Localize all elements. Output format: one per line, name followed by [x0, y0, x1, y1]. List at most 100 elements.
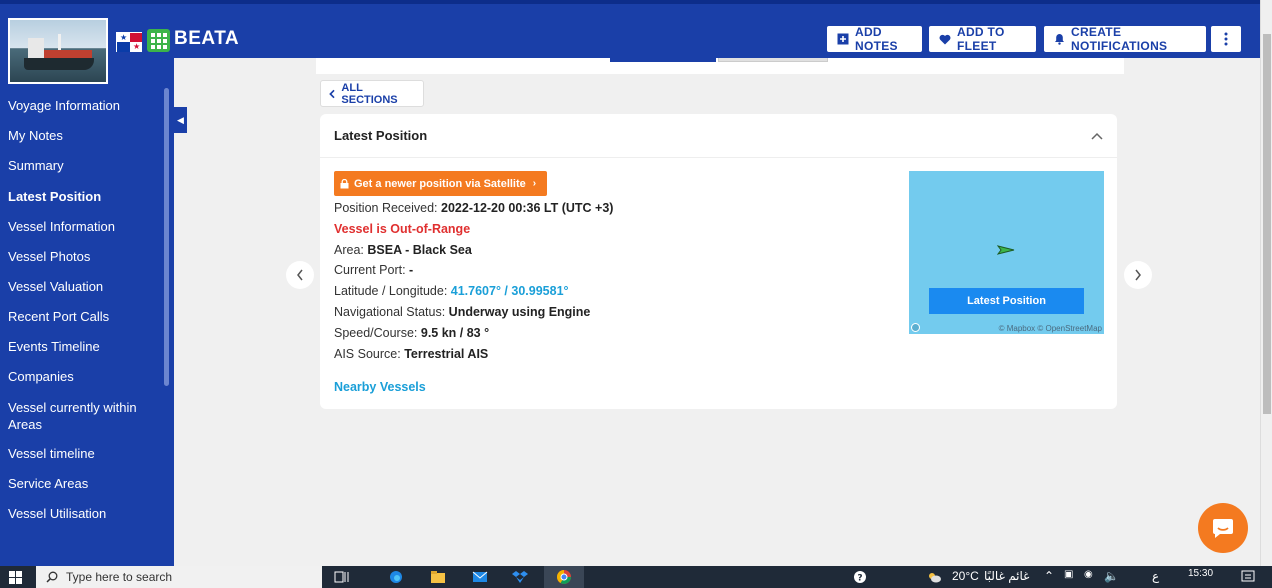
current-port-value: - [409, 263, 414, 278]
nearby-vessels-link[interactable]: Nearby Vessels [334, 380, 426, 394]
taskbar-search[interactable]: Type here to search [36, 566, 322, 588]
card-title: Latest Position [334, 128, 428, 143]
nav-status-row: Navigational Status: Underway using Engi… [334, 304, 591, 319]
heart-icon [939, 34, 951, 44]
all-sections-button[interactable]: ALL SECTIONS [320, 80, 424, 107]
weather-description: غائم غالبًا [984, 569, 1030, 583]
page-scrollbar[interactable] [1260, 0, 1272, 566]
windows-start-icon[interactable] [9, 571, 22, 584]
sidebar-item-events-timeline[interactable]: Events Timeline [0, 338, 164, 355]
vessel-type-icon [147, 29, 170, 52]
dropbox-icon[interactable] [512, 570, 528, 584]
search-icon [46, 571, 58, 583]
bell-icon [1055, 34, 1064, 45]
area-row: Area: BSEA - Black Sea [334, 242, 472, 257]
area-value: BSEA - Black Sea [367, 242, 472, 257]
mail-icon[interactable] [472, 570, 488, 584]
tab-inactive[interactable] [718, 58, 828, 62]
add-notes-label: ADD NOTES [855, 25, 898, 53]
sidebar-item-vessel-within-areas[interactable]: Vessel currently within Areas [0, 399, 164, 433]
chevron-up-icon[interactable] [1091, 132, 1103, 140]
edge-browser-icon[interactable] [388, 570, 404, 584]
chevron-right-icon [1135, 269, 1141, 281]
section-nav-list: Voyage Information My Notes Summary Late… [0, 94, 164, 522]
svg-text:?: ? [857, 574, 862, 584]
tab-active[interactable] [610, 58, 716, 62]
weather-cloud-icon [929, 573, 941, 583]
lock-icon [340, 178, 349, 188]
chat-button[interactable] [1198, 503, 1248, 553]
section-tabs-strip [316, 58, 1124, 74]
latlon-link[interactable]: 41.7607° / 30.99581° [451, 284, 569, 298]
vessel-name: BEATA [174, 28, 240, 49]
position-received-row: Position Received: 2022-12-20 00:36 LT (… [334, 201, 614, 215]
ais-source-value: Terrestrial AIS [404, 346, 489, 361]
sidebar-item-voyage-information[interactable]: Voyage Information [0, 97, 164, 114]
sidebar-item-my-notes[interactable]: My Notes [0, 127, 164, 144]
collapse-sidebar-button[interactable]: ◀ [174, 107, 187, 133]
chat-bubble-icon [1213, 519, 1233, 538]
help-icon[interactable]: ? [852, 570, 868, 584]
create-notifications-label: CREATE NOTIFICATIONS [1071, 25, 1168, 53]
speed-course-value: 9.5 kn / 83 ° [420, 325, 490, 340]
note-plus-icon [837, 33, 849, 45]
sidebar-item-vessel-information[interactable]: Vessel Information [0, 218, 164, 235]
tray-devices-icon[interactable]: ▣ [1064, 569, 1073, 580]
sidebar-item-vessel-photos[interactable]: Vessel Photos [0, 248, 164, 265]
sidebar-item-vessel-valuation[interactable]: Vessel Valuation [0, 278, 164, 295]
latest-position-map-button[interactable]: Latest Position [929, 288, 1084, 314]
chrome-icon [557, 570, 571, 584]
next-section-button[interactable] [1124, 261, 1152, 289]
range-status: Vessel is Out-of-Range [334, 221, 471, 236]
position-details: Position Received: 2022-12-20 00:36 LT (… [334, 198, 613, 364]
previous-section-button[interactable] [286, 261, 314, 289]
chevron-left-icon [297, 269, 303, 281]
map-attribution[interactable]: © Mapbox © OpenStreetMap [999, 324, 1102, 333]
more-options-button[interactable] [1211, 26, 1241, 52]
sidebar-item-companies[interactable]: Companies [0, 368, 164, 385]
network-icon[interactable]: ◉ [1084, 569, 1093, 580]
vessel-photo-thumbnail[interactable] [8, 18, 108, 84]
add-to-fleet-button[interactable]: ADD TO FLEET [929, 25, 1036, 53]
add-notes-button[interactable]: ADD NOTES [827, 25, 922, 53]
sidebar-item-vessel-timeline[interactable]: Vessel timeline [0, 445, 164, 462]
taskbar-chrome-active[interactable] [544, 566, 584, 588]
tray-expand-icon[interactable]: ⌃ [1044, 569, 1054, 583]
satellite-position-button[interactable]: Get a newer position via Satellite › [334, 171, 547, 196]
nav-status-value: Underway using Engine [448, 304, 591, 319]
file-explorer-icon[interactable] [430, 570, 446, 584]
latlon-row: Latitude / Longitude: 41.7607° / 30.9958… [334, 284, 569, 299]
page-scrollbar-thumb[interactable] [1263, 34, 1271, 414]
add-to-fleet-label: ADD TO FLEET [957, 25, 1005, 53]
sidebar-item-vessel-utilisation[interactable]: Vessel Utilisation [0, 505, 164, 522]
position-map[interactable]: Latest Position © Mapbox © OpenStreetMap [909, 171, 1104, 334]
sidebar-item-service-areas[interactable]: Service Areas [0, 475, 164, 492]
latest-position-card: Latest Position Get a newer position via… [320, 114, 1117, 409]
panama-flag-icon: ★ ★ [116, 32, 142, 52]
clock-time[interactable]: 15:30 [1188, 568, 1213, 579]
current-port-row: Current Port: - [334, 263, 414, 278]
section-sidebar: Voyage Information My Notes Summary Late… [0, 58, 174, 566]
sidebar-item-recent-port-calls[interactable]: Recent Port Calls [0, 308, 164, 325]
all-sections-label: ALL SECTIONS [341, 81, 398, 106]
weather-temperature: 20°C [952, 569, 979, 583]
chevron-right-icon: › [532, 178, 537, 189]
chevron-left-icon [329, 89, 335, 98]
sidebar-item-latest-position[interactable]: Latest Position [0, 188, 164, 205]
os-taskbar: Type here to search ? 20°C غائم غالبًا ⌃… [0, 566, 1272, 588]
satellite-position-label: Get a newer position via Satellite [354, 177, 526, 190]
mapbox-logo-icon [911, 323, 920, 332]
sidebar-scrollbar[interactable] [164, 88, 169, 386]
card-header[interactable]: Latest Position [320, 114, 1117, 158]
input-language[interactable]: ع [1152, 569, 1159, 583]
ais-source-row: AIS Source: Terrestrial AIS [334, 346, 489, 361]
task-view-icon[interactable] [334, 570, 350, 584]
taskbar-search-placeholder: Type here to search [66, 570, 173, 584]
kebab-menu-icon [1224, 32, 1228, 46]
volume-icon[interactable]: 🔈 [1104, 569, 1119, 583]
position-received-value: 2022-12-20 00:36 LT (UTC +3) [441, 201, 614, 215]
app-header: ★ ★ BEATA ADD NOTES ADD TO FLEET CREATE N… [0, 0, 1260, 58]
notifications-icon[interactable] [1240, 570, 1256, 584]
create-notifications-button[interactable]: CREATE NOTIFICATIONS [1044, 25, 1206, 53]
sidebar-item-summary[interactable]: Summary [0, 157, 164, 174]
